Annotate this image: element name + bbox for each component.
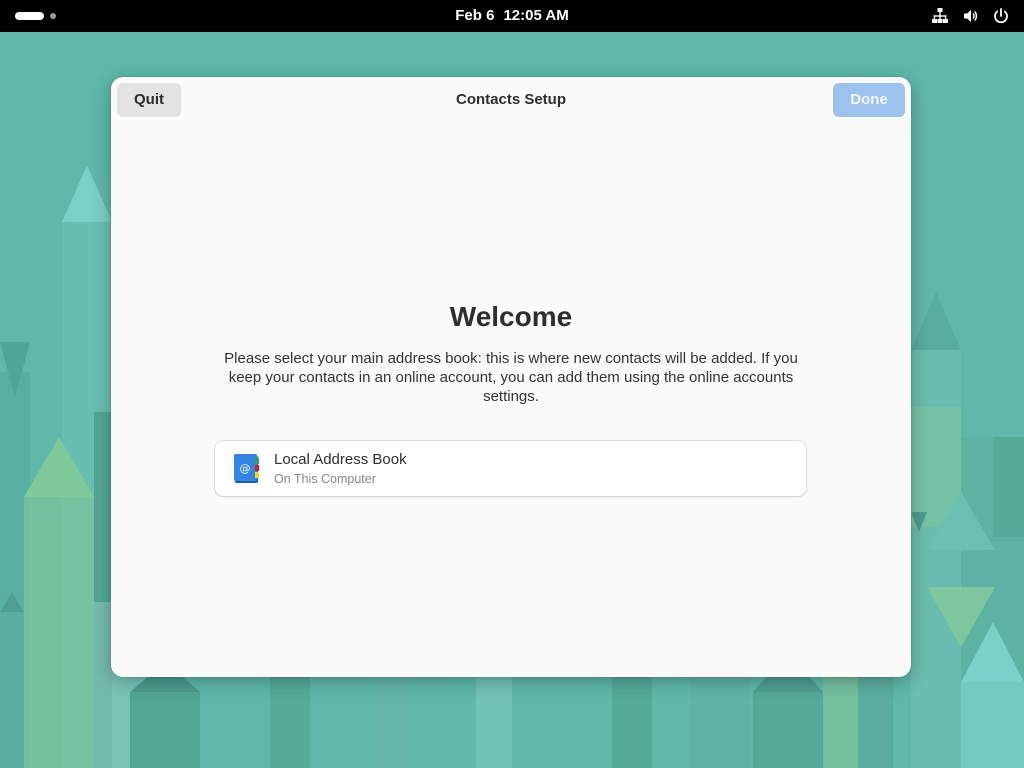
dialog-title: Contacts Setup <box>455 91 566 108</box>
done-button[interactable]: Done <box>833 83 905 117</box>
svg-text:@: @ <box>240 462 251 475</box>
volume-icon[interactable] <box>962 7 980 25</box>
address-book-name: Local Address Book <box>274 451 407 468</box>
header-bar: Quit Contacts Setup Done <box>111 77 911 123</box>
welcome-description: Please select your main address book: th… <box>224 350 798 405</box>
workspace-indicator-active <box>15 12 44 20</box>
clock-time: 12:05 AM <box>503 7 569 24</box>
address-book-location: On This Computer <box>274 472 376 486</box>
clock[interactable]: Feb 6 12:05 AM <box>380 0 644 32</box>
contacts-setup-dialog: Quit Contacts Setup Done Welcome Please … <box>111 77 911 677</box>
top-bar: Feb 6 12:05 AM <box>0 0 1024 32</box>
network-icon[interactable] <box>931 7 949 25</box>
activities-indicator[interactable] <box>15 10 65 22</box>
address-book-row-local[interactable]: @ Local Address Book On This Computer <box>215 441 806 496</box>
quit-button[interactable]: Quit <box>117 83 181 117</box>
workspace-indicator-inactive <box>50 13 56 19</box>
power-icon[interactable] <box>992 7 1010 25</box>
welcome-heading: Welcome <box>449 301 573 332</box>
address-book-icon: @ <box>233 453 261 485</box>
clock-date: Feb 6 <box>455 7 495 24</box>
system-tray[interactable] <box>923 7 1010 25</box>
